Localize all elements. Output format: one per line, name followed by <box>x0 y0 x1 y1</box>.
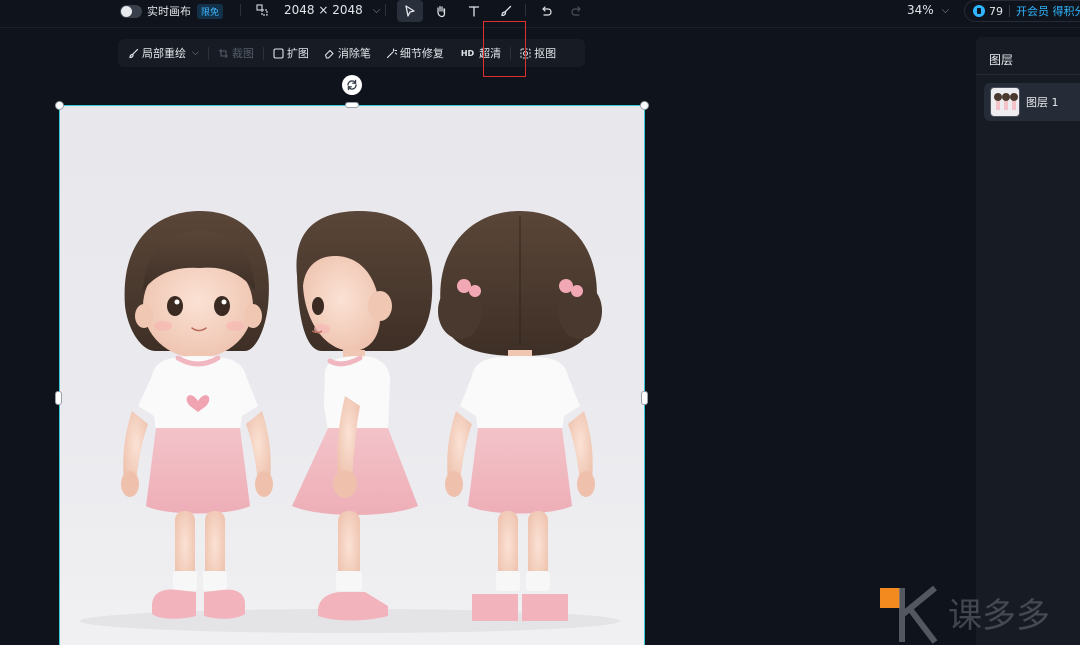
detail-repair-label: 细节修复 <box>399 47 444 60</box>
expand-button[interactable]: 扩图 <box>273 45 309 61</box>
detail-repair-button[interactable]: 细节修复 <box>386 45 444 61</box>
chevron-down-icon: ⌵ <box>372 4 381 16</box>
magic-wand-icon <box>386 47 397 58</box>
brush-icon <box>129 48 139 58</box>
rotate-handle[interactable] <box>342 75 362 95</box>
text-tool-button[interactable] <box>461 0 487 22</box>
realtime-canvas-label: 实时画布 <box>147 5 191 18</box>
crop-icon <box>218 48 228 58</box>
resize-handle-top[interactable] <box>345 102 359 108</box>
brush-tool-button[interactable] <box>493 0 519 22</box>
divider <box>1009 5 1010 17</box>
hand-tool-button[interactable] <box>428 0 454 22</box>
figure-front <box>121 211 273 619</box>
crop-button[interactable]: 裁图 <box>218 45 254 61</box>
credit-count: 79 <box>989 4 1003 18</box>
canvas-size-select[interactable]: 2048 × 2048 ⌵ <box>256 3 380 17</box>
watermark-logo: 课多多 <box>880 585 1080 645</box>
undo-button[interactable] <box>533 0 559 22</box>
chevron-down-icon: ⌵ <box>192 48 199 58</box>
eraser-label: 消除笔 <box>337 47 371 60</box>
resize-icon <box>256 4 268 16</box>
resize-handle-left[interactable] <box>55 391 62 405</box>
chevron-down-icon: ⌵ <box>941 4 950 16</box>
canvas-image[interactable] <box>59 105 645 645</box>
resize-handle-top-right[interactable] <box>640 101 649 110</box>
redo-button[interactable] <box>564 0 590 22</box>
character-image <box>80 211 620 633</box>
figure-side <box>292 211 433 621</box>
realtime-canvas-toggle[interactable]: 实时画布 限免 <box>120 3 224 19</box>
layer-item[interactable]: 图层 1 <box>984 83 1080 121</box>
inpaint-button[interactable]: 局部重绘 ⌵ <box>128 45 199 61</box>
resize-handle-right[interactable] <box>641 391 648 405</box>
cutout-label: 抠图 <box>534 47 557 60</box>
hand-icon <box>437 5 446 18</box>
free-badge: 限免 <box>197 3 224 19</box>
canvas-size-value: 2048 × 2048 <box>284 3 363 17</box>
watermark-text: 课多多 <box>948 596 1050 636</box>
cursor-icon <box>405 5 415 17</box>
eraser-button[interactable]: 消除笔 <box>324 45 371 61</box>
rotate-icon <box>347 79 357 91</box>
inpaint-label: 局部重绘 <box>142 47 186 60</box>
expand-label: 扩图 <box>286 47 309 60</box>
crop-label: 裁图 <box>231 47 254 60</box>
layer-thumbnail <box>990 87 1020 117</box>
resize-handle-top-left[interactable] <box>55 101 64 110</box>
text-icon <box>468 6 480 17</box>
figure-back <box>438 211 602 621</box>
zoom-select[interactable]: 34% ⌵ <box>907 3 949 17</box>
zoom-value: 34% <box>907 3 934 17</box>
membership-link[interactable]: 开会员 得积分 <box>1016 3 1080 19</box>
layer-name: 图层 1 <box>1026 96 1059 109</box>
toggle-switch[interactable] <box>120 4 142 18</box>
divider <box>207 46 209 60</box>
eraser-icon <box>324 49 334 59</box>
top-toolbar: 实时画布 限免 2048 × 2048 ⌵ 34% ⌵ 79 开会员 得积分 <box>0 0 1080 28</box>
divider <box>976 74 1080 75</box>
undo-icon <box>542 6 552 16</box>
divider <box>385 4 386 16</box>
divider <box>525 4 526 16</box>
expand-icon <box>273 47 284 59</box>
hd-icon: HD <box>460 48 475 58</box>
credit-icon <box>973 5 985 17</box>
credits-membership[interactable]: 79 开会员 得积分 <box>964 0 1080 22</box>
divider <box>240 4 241 16</box>
redo-icon <box>571 6 581 16</box>
panel-title: 图层 <box>989 53 1014 67</box>
highlight-box <box>483 21 526 77</box>
layers-panel: 图层 图层 1 <box>976 37 1080 645</box>
divider <box>262 46 264 60</box>
select-tool-button[interactable] <box>397 0 423 22</box>
paintbrush-icon <box>501 5 512 17</box>
